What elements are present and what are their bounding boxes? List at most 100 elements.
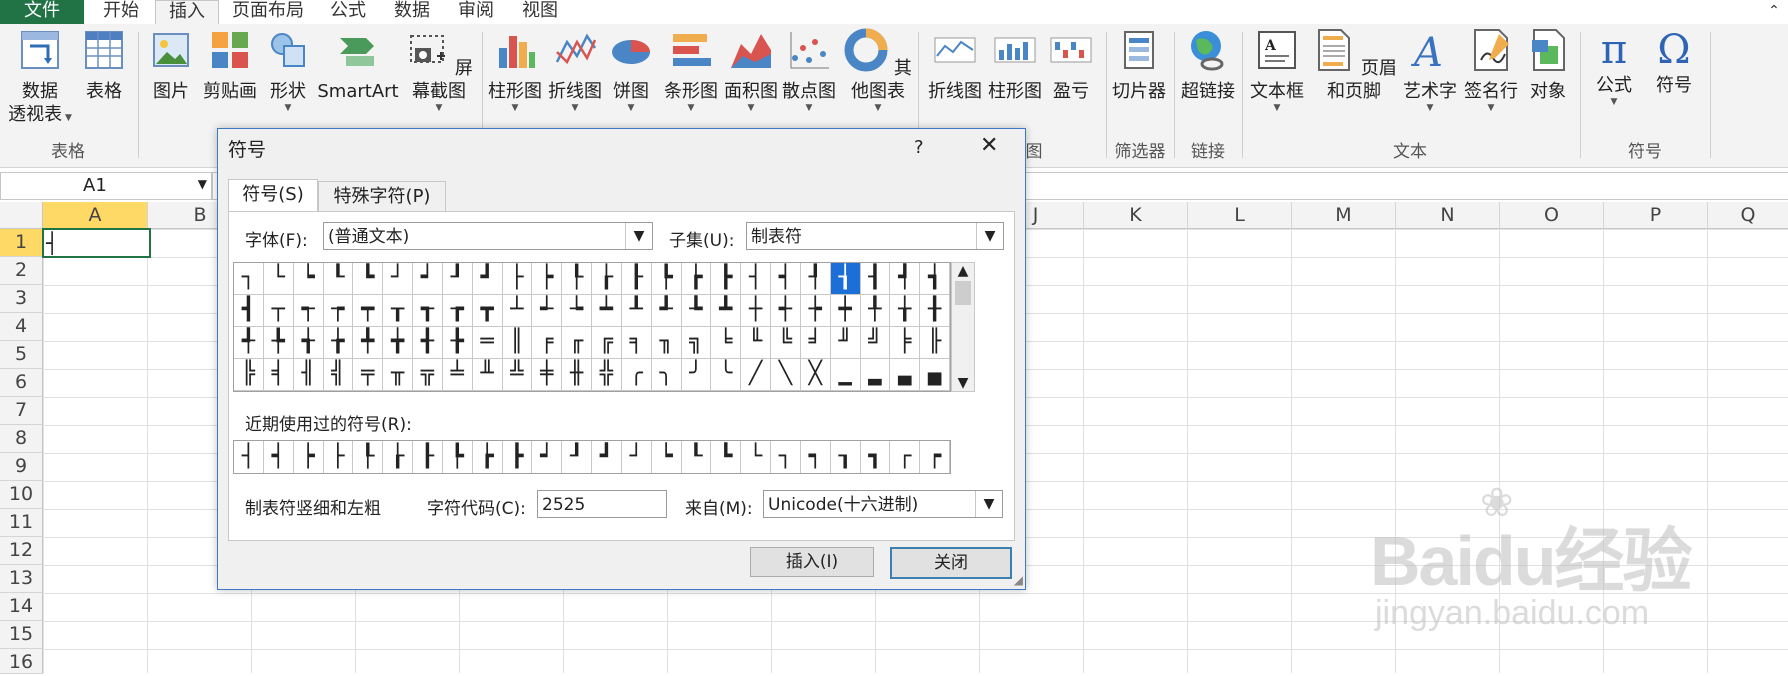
symbol-cell[interactable]: ╄ (263, 327, 294, 359)
symbol-cell[interactable]: ┫ (234, 295, 264, 327)
symbol-cell[interactable]: ╝ (860, 327, 891, 359)
row-header[interactable]: 14 (0, 593, 43, 621)
symbol-scrollbar[interactable]: ▲ ▼ (951, 262, 975, 392)
recent-symbol-cell[interactable]: ┘ (622, 441, 652, 473)
column-header-q[interactable]: Q (1708, 202, 1788, 229)
symbol-cell[interactable]: ┭ (293, 295, 324, 327)
symbol-cell[interactable]: ╨ (472, 359, 503, 391)
symbol-cell[interactable]: ╕ (621, 327, 652, 359)
tab-insert[interactable]: 插入 (155, 0, 219, 26)
column-header-m[interactable]: M (1292, 202, 1396, 229)
symbol-cell[interactable]: ┛ (472, 263, 503, 295)
symbol-cell[interactable]: ┰ (383, 295, 413, 327)
symbol-cell[interactable]: ╯ (681, 359, 712, 391)
chevron-down-icon[interactable]: ▼ (625, 223, 652, 249)
symbol-cell[interactable]: ┣ (711, 263, 742, 295)
symbol-cell[interactable]: ╬ (592, 359, 622, 391)
sparkline-line-button[interactable]: 折线图 (926, 28, 984, 103)
symbol-cell[interactable]: ┵ (532, 295, 563, 327)
symbol-cell[interactable]: ┝ (532, 263, 563, 295)
symbol-cell[interactable]: ╡ (263, 359, 294, 391)
tab-review[interactable]: 审阅 (448, 0, 504, 24)
symbol-cell[interactable]: ┠ (621, 263, 652, 295)
recent-symbol-cell[interactable]: ┟ (383, 441, 413, 473)
symbol-cell[interactable]: ╩ (502, 359, 533, 391)
symbol-cell[interactable]: ═ (472, 327, 503, 359)
pie-chart-button[interactable]: 饼图 ▼ (606, 28, 656, 113)
recent-symbol-cell[interactable]: └ (741, 441, 771, 473)
symbol-cell[interactable]: ▂ (860, 359, 891, 391)
smartart-button[interactable]: SmartArt (316, 28, 400, 103)
tab-view[interactable]: 视图 (512, 0, 568, 24)
column-header-k[interactable]: K (1084, 202, 1188, 229)
column-chart-button[interactable]: 柱形图 ▼ (486, 28, 544, 113)
symbol-cell[interactable]: ┘ (383, 263, 413, 295)
symbol-cell[interactable]: ╟ (920, 327, 950, 359)
tab-file[interactable]: 文件 (0, 0, 84, 24)
symbol-cell[interactable]: ╫ (562, 359, 592, 391)
symbol-cell[interactable]: ╳ (800, 359, 831, 391)
symbol-cell[interactable]: ┶ (562, 295, 592, 327)
symbol-cell[interactable]: ┯ (353, 295, 384, 327)
recent-symbol-cell[interactable]: ┍ (920, 441, 950, 473)
area-chart-button[interactable]: 面积图 ▼ (722, 28, 780, 113)
symbol-cell[interactable]: ╱ (741, 359, 771, 391)
clipart-button[interactable]: 剪贴画 (200, 28, 260, 103)
row-header[interactable]: 11 (0, 509, 43, 537)
symbol-cell[interactable]: ┗ (353, 263, 384, 295)
recent-symbol-cell[interactable]: ┕ (652, 441, 682, 473)
symbol-cell[interactable]: ┹ (651, 295, 682, 327)
recent-symbol-cell[interactable]: ┝ (294, 441, 324, 473)
tab-data[interactable]: 数据 (384, 0, 440, 24)
symbol-cell[interactable]: ┸ (621, 295, 652, 327)
symbol-cell[interactable]: ┷ (592, 295, 622, 327)
column-header-o[interactable]: O (1500, 202, 1604, 229)
column-header-p[interactable]: P (1604, 202, 1708, 229)
recent-symbol-cell[interactable]: ┑ (801, 441, 831, 473)
scroll-up-icon[interactable]: ▲ (952, 263, 974, 279)
hyperlink-button[interactable]: 超链接 (1178, 28, 1238, 103)
symbol-cell[interactable]: ▁ (830, 359, 861, 391)
from-combo[interactable]: Unicode(十六进制) ▼ (763, 490, 1003, 518)
symbol-cell[interactable]: ╠ (234, 359, 264, 391)
row-header[interactable]: 12 (0, 537, 43, 565)
other-charts-button[interactable]: 其他图表 ▼ (840, 28, 916, 113)
row-header[interactable]: 9 (0, 453, 43, 481)
symbol-cell[interactable]: ╆ (323, 327, 354, 359)
symbol-cell[interactable]: ┚ (442, 263, 473, 295)
recent-symbol-cell[interactable]: ┤ (234, 441, 264, 473)
textbox-button[interactable]: A 文本框 ▼ (1246, 28, 1308, 113)
recent-symbol-cell[interactable]: ┙ (532, 441, 563, 473)
row-header[interactable]: 8 (0, 425, 43, 453)
recent-symbol-cell[interactable]: ┠ (413, 441, 443, 473)
symbol-cell[interactable]: ┲ (442, 295, 473, 327)
symbol-cell[interactable]: ┻ (711, 295, 742, 327)
symbol-cell[interactable]: ╀ (860, 295, 891, 327)
chevron-down-icon[interactable]: ▼ (976, 223, 1003, 249)
chevron-down-icon[interactable]: ▼ (198, 177, 207, 191)
symbol-cell[interactable]: ╚ (771, 327, 801, 359)
recent-symbol-cell[interactable]: ┌ (890, 441, 921, 473)
symbol-cell[interactable]: ┥ (771, 263, 801, 295)
recent-symbol-cell[interactable]: ┓ (861, 441, 891, 473)
recent-symbol-cell[interactable]: ┣ (503, 441, 533, 473)
row-header[interactable]: 5 (0, 341, 43, 369)
row-header[interactable]: 16 (0, 649, 43, 674)
picture-button[interactable]: 图片 (146, 28, 196, 103)
symbol-cell[interactable]: ╦ (413, 359, 443, 391)
symbol-cell[interactable]: ┺ (681, 295, 712, 327)
recent-symbol-cell[interactable]: ┢ (473, 441, 503, 473)
symbol-cell[interactable]: ╂ (920, 295, 950, 327)
symbol-cell[interactable]: ╉ (413, 327, 443, 359)
recent-symbol-cell[interactable]: ┖ (682, 441, 712, 473)
subset-combo[interactable]: 制表符 ▼ (746, 222, 1004, 250)
tab-special-characters[interactable]: 特殊字符(P) (318, 181, 446, 213)
line-chart-button[interactable]: 折线图 ▼ (546, 28, 604, 113)
symbol-cell[interactable]: ┟ (592, 263, 622, 295)
symbol-cell[interactable]: ┙ (413, 263, 443, 295)
symbol-cell[interactable]: ╞ (890, 327, 921, 359)
row-header-1[interactable]: 1 (0, 229, 43, 257)
wordart-button[interactable]: A 艺术字 ▼ (1400, 28, 1460, 113)
recent-symbol-cell[interactable]: ┥ (264, 441, 294, 473)
sparkline-winloss-button[interactable]: 盈亏 (1046, 28, 1096, 103)
